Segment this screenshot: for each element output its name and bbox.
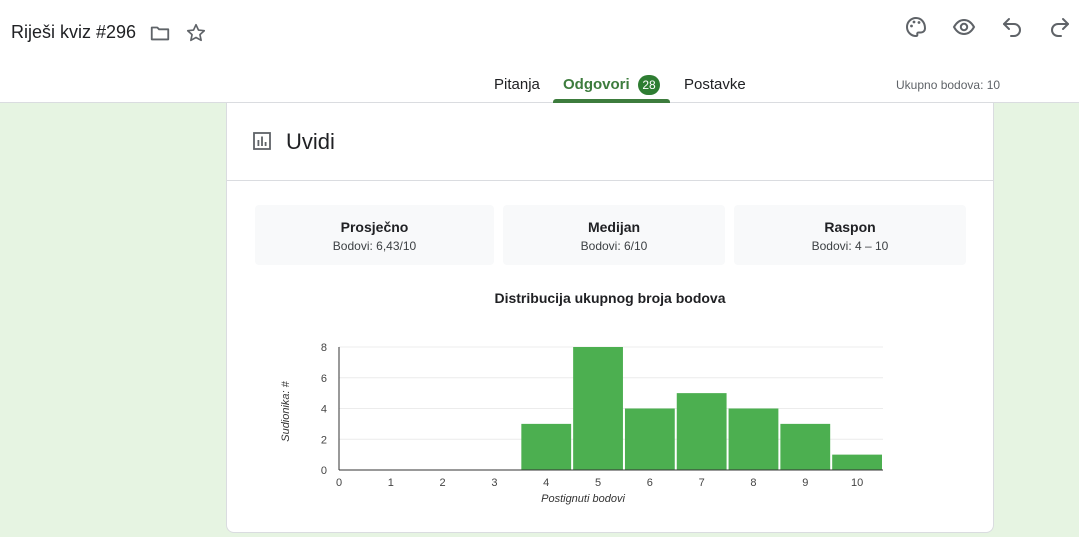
bar <box>573 347 623 470</box>
x-tick-label: 2 <box>440 477 446 489</box>
undo-icon[interactable] <box>1000 15 1024 39</box>
x-tick-label: 0 <box>336 477 342 489</box>
insights-card: Uvidi Prosječno Bodovi: 6,43/10 Medijan … <box>226 103 994 533</box>
bar <box>521 423 572 470</box>
top-header: Riješi kviz #296 Pitanja Odgovori 28 Pos… <box>0 0 1079 103</box>
x-tick-label: 8 <box>750 477 756 489</box>
bar <box>676 393 727 470</box>
bar <box>624 408 675 470</box>
redo-icon[interactable] <box>1048 15 1072 39</box>
y-tick-label: 2 <box>321 434 327 446</box>
y-tick-label: 8 <box>321 342 327 354</box>
bar <box>728 408 779 470</box>
folder-icon[interactable] <box>149 22 171 44</box>
eye-icon[interactable] <box>952 15 976 39</box>
total-points-label: Ukupno bodova: 10 <box>896 78 1001 92</box>
responses-count-badge: 28 <box>638 75 660 95</box>
x-tick-label: 6 <box>647 477 653 489</box>
x-tick-label: 3 <box>491 477 497 489</box>
bar <box>780 423 831 470</box>
tab-pitanja[interactable]: Pitanja <box>494 76 540 93</box>
score-distribution-chart: 0 2 4 6 8 0 1 2 3 4 5 6 7 8 9 10 Postignuti bodovi Sudion… <box>280 342 883 505</box>
palette-icon[interactable] <box>904 15 928 39</box>
bar <box>832 454 882 470</box>
tab-odgovori[interactable]: Odgovori <box>563 76 630 93</box>
x-axis-label: Postignuti bodovi <box>541 493 625 505</box>
x-tick-label: 9 <box>802 477 808 489</box>
tab-postavke[interactable]: Postavke <box>684 76 746 93</box>
form-title[interactable]: Riješi kviz #296 <box>11 22 136 43</box>
y-tick-label: 0 <box>321 465 327 477</box>
x-tick-label: 10 <box>851 477 863 489</box>
star-icon[interactable] <box>185 22 207 44</box>
y-tick-label: 4 <box>321 404 327 416</box>
x-tick-label: 5 <box>595 477 601 489</box>
x-tick-label: 1 <box>388 477 394 489</box>
x-tick-label: 7 <box>699 477 705 489</box>
x-tick-label: 4 <box>543 477 549 489</box>
y-tick-label: 6 <box>321 373 327 385</box>
y-axis-label: Sudionika: # <box>280 380 292 441</box>
